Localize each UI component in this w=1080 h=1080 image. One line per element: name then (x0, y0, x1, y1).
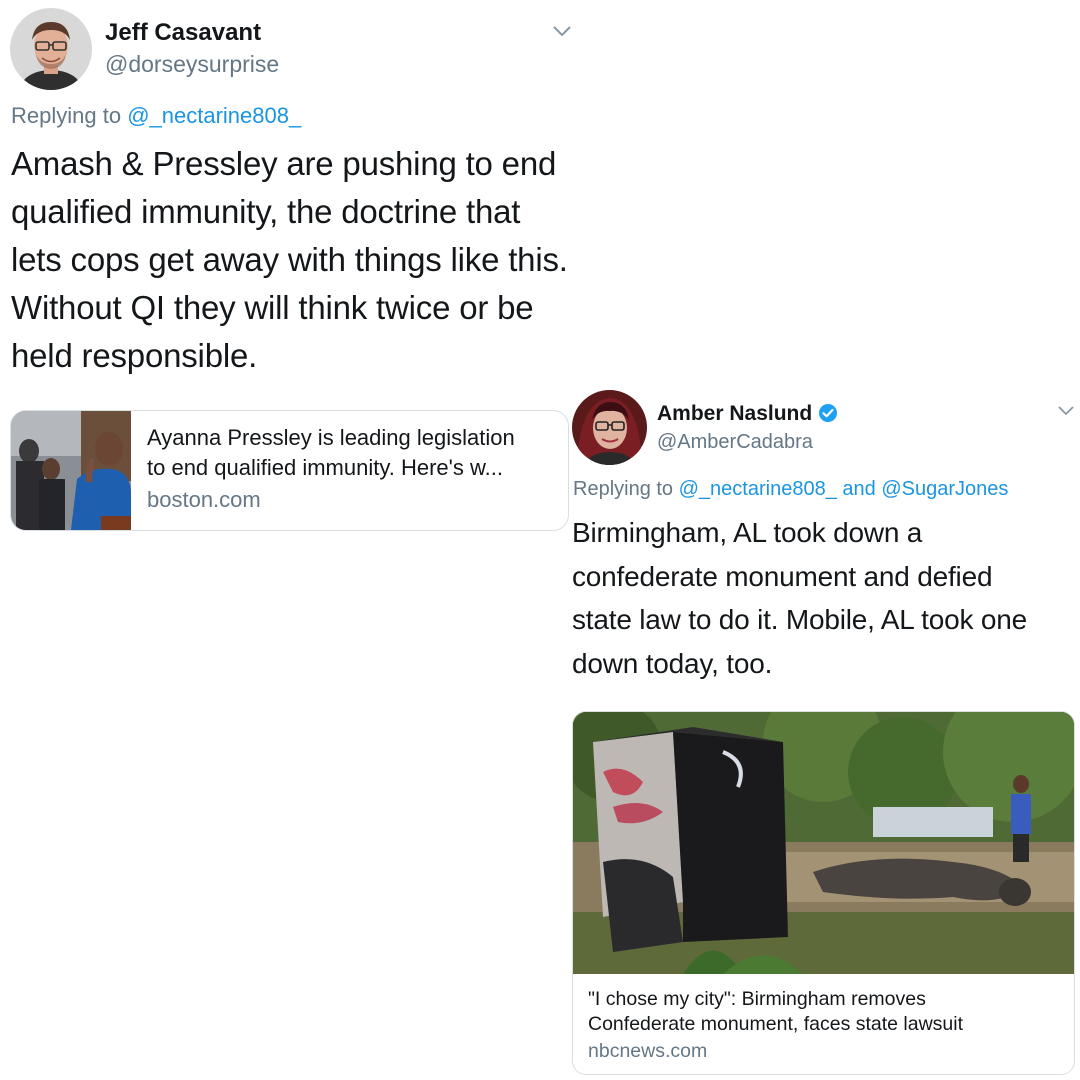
replying-prefix: Replying to (573, 478, 679, 500)
author-name[interactable]: Jeff Casavant (105, 19, 261, 47)
link-card-title: "I chose my city": Birmingham removes Co… (588, 987, 1058, 1037)
tweet-line: qualified immunity, the doctrine that (11, 193, 521, 230)
tweet-line: Birmingham, AL took down a (572, 517, 923, 548)
tweet-line: lets cops get away with things like this… (11, 241, 568, 278)
link-card-thumbnail (11, 411, 131, 530)
tweet-text: Amash & Pressley are pushing to end qual… (11, 140, 591, 380)
link-card-title: Ayanna Pressley is leading legislation t… (147, 423, 557, 483)
tweet-text: Birmingham, AL took down a confederate m… (572, 511, 1072, 685)
author-name[interactable]: Amber Naslund (657, 402, 812, 426)
avatar-amber-naslund[interactable] (572, 390, 647, 465)
chevron-down-icon[interactable] (552, 24, 572, 38)
link-card-title-line: "I chose my city": Birmingham removes (588, 988, 926, 1010)
link-card-title-line: Confederate monument, faces state lawsui… (588, 1013, 964, 1035)
chevron-down-icon[interactable] (1057, 405, 1075, 417)
replying-to: Replying to @_nectarine808_ (11, 103, 301, 129)
tweet-line: confederate monument and defied (572, 560, 993, 592)
replying-prefix: Replying to (11, 103, 128, 128)
link-card-domain: boston.com (147, 487, 261, 512)
tweet-line: Without QI they will think twice or be (11, 289, 534, 326)
replying-to: Replying to @_nectarine808_ and @SugarJo… (573, 478, 1008, 501)
link-card-title-line: Ayanna Pressley is leading legislation (147, 425, 515, 450)
mention-link[interactable]: @_nectarine808_ (127, 103, 301, 128)
link-card-photo (573, 712, 1074, 974)
author-handle[interactable]: @dorseysurprise (105, 51, 279, 78)
tweet-line: held responsible. (11, 337, 258, 374)
mention-link[interactable]: @SugarJones (881, 478, 1008, 500)
link-card[interactable]: Ayanna Pressley is leading legislation t… (10, 410, 569, 531)
mention-link[interactable]: @_nectarine808_ (679, 478, 837, 500)
tweet-line: down today, too. (572, 647, 773, 679)
replying-and: and (836, 478, 882, 500)
tweet-line: Amash & Pressley are pushing to end (11, 145, 557, 182)
verified-badge-icon (818, 403, 838, 428)
author-handle[interactable]: @AmberCadabra (657, 431, 813, 454)
link-card-title-line: to end qualified immunity. Here's w... (147, 455, 503, 480)
link-card-domain: nbcnews.com (588, 1040, 708, 1062)
link-card[interactable]: "I chose my city": Birmingham removes Co… (572, 711, 1075, 1075)
avatar-jeff-casavant[interactable] (10, 8, 92, 90)
tweet-line: state law to do it. Mobile, AL took one (572, 604, 1027, 635)
